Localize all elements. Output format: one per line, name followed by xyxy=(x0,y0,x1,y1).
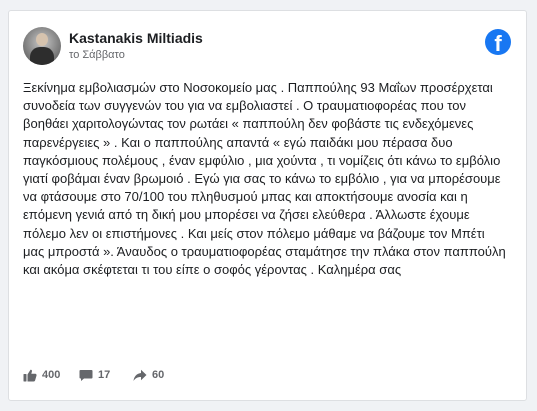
share-arrow-icon xyxy=(133,369,147,381)
avatar-head xyxy=(36,33,48,46)
shares-count: 60 xyxy=(152,369,165,381)
likes-stat[interactable]: 400 xyxy=(23,367,60,383)
avatar[interactable] xyxy=(23,27,61,65)
likes-count: 400 xyxy=(42,369,61,381)
thumbs-up-icon xyxy=(23,369,37,381)
post-header: Kastanakis Miltiadis το Σάββατο f xyxy=(23,27,513,67)
comments-count: 17 xyxy=(98,369,111,381)
comments-stat[interactable]: 17 xyxy=(79,367,110,383)
post-stats: 400 17 60 xyxy=(23,367,513,383)
comment-bubble-icon xyxy=(79,369,93,381)
shares-stat[interactable]: 60 xyxy=(133,367,164,383)
author-name[interactable]: Kastanakis Miltiadis xyxy=(69,30,203,46)
avatar-body xyxy=(30,47,54,65)
post-card: Kastanakis Miltiadis το Σάββατο f Ξεκίνη… xyxy=(8,10,527,401)
post-timestamp[interactable]: το Σάββατο xyxy=(69,49,125,61)
post-text: Ξεκίνημα εμβολιασμών στο Νοσοκομείο μας … xyxy=(23,80,506,278)
facebook-logo-icon[interactable]: f xyxy=(485,29,511,55)
